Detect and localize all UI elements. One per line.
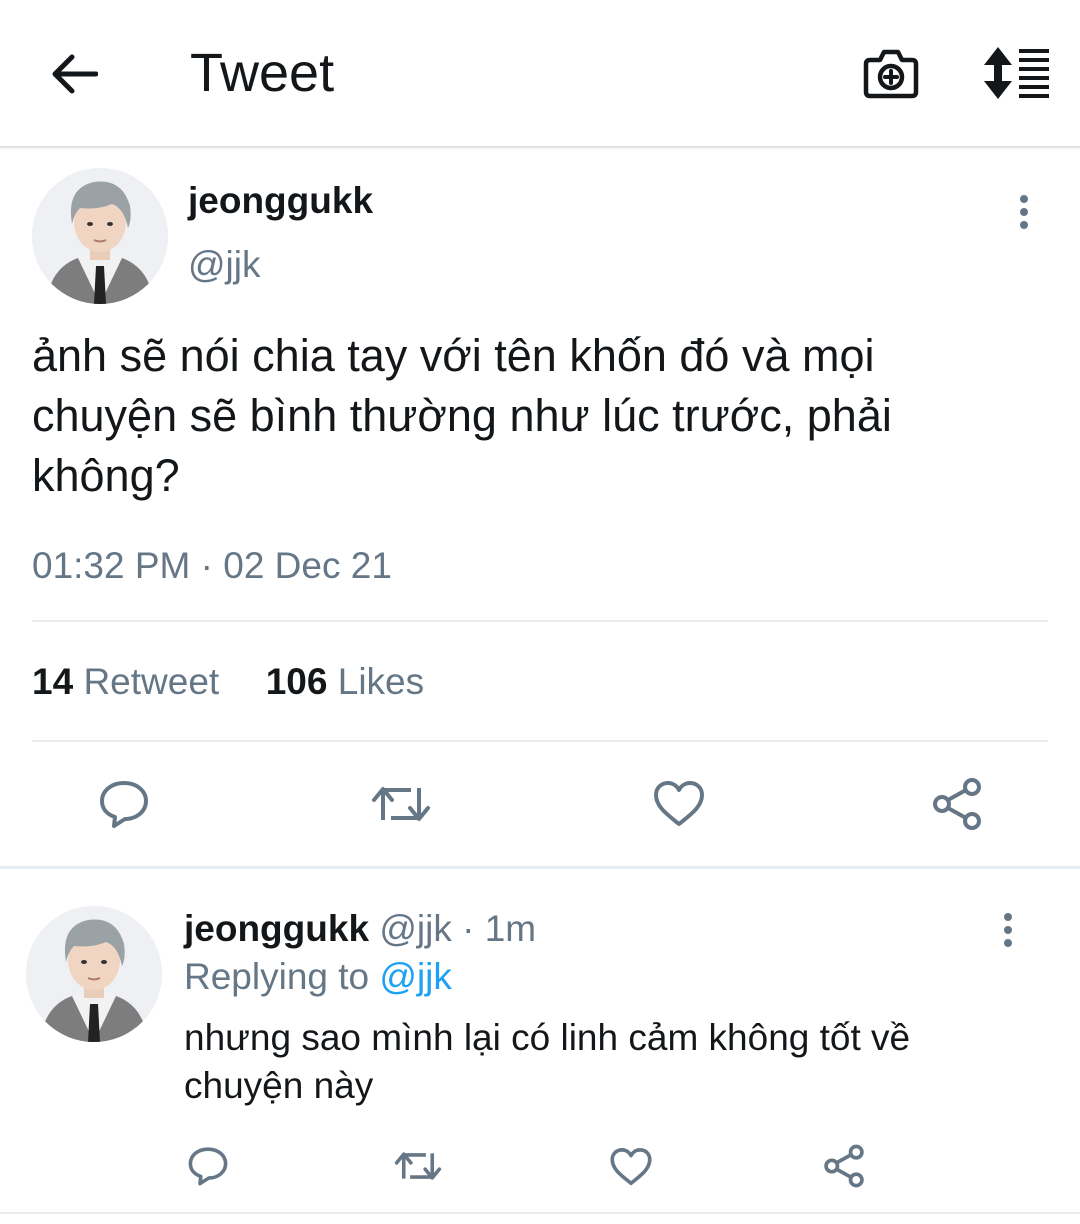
comment-icon: [100, 781, 148, 828]
back-button[interactable]: [40, 44, 108, 104]
avatar-image: [26, 906, 162, 1042]
divider: [32, 620, 1048, 622]
divider: [32, 740, 1048, 742]
camera-plus-icon: [863, 49, 919, 99]
replying-prefix: Replying to: [184, 956, 370, 997]
header-divider: [0, 146, 1080, 150]
likes-stat[interactable]: 106 Likes: [266, 661, 424, 702]
reply-more-options-button[interactable]: [990, 908, 1026, 952]
reply-like-button[interactable]: [606, 1144, 656, 1190]
retweet-icon: [394, 1152, 442, 1180]
arrow-left-icon: [52, 54, 98, 94]
retweet-stat[interactable]: 14 Retweet: [32, 661, 219, 702]
share-icon: [824, 1144, 864, 1188]
replying-to: Replying to @jjk: [184, 952, 452, 1002]
tweet-stats: 14 Retweet 106 Likes: [32, 658, 424, 706]
retweet-label: Retweet: [83, 661, 220, 702]
section-divider: [0, 866, 1080, 869]
more-vertical-icon: [1004, 913, 1012, 947]
display-name[interactable]: jeonggukk: [188, 178, 373, 224]
reply-retweet-button[interactable]: [392, 1144, 444, 1188]
reply-header: jeonggukk @jjk · 1m: [184, 904, 536, 954]
heart-icon: [610, 1148, 652, 1186]
avatar-image: [32, 168, 168, 304]
reply-avatar[interactable]: [26, 906, 162, 1042]
reply-reply-button[interactable]: [184, 1142, 232, 1190]
tweet-text: ảnh sẽ nói chia tay với tên khốn đó và m…: [32, 330, 905, 501]
retweet-icon: [372, 787, 430, 821]
likes-count: 106: [265, 661, 328, 702]
more-vertical-icon: [1020, 195, 1028, 229]
section-divider: [0, 1212, 1080, 1214]
reply-handle[interactable]: @jjk: [379, 908, 452, 949]
likes-label: Likes: [337, 661, 425, 702]
reply-text: nhưng sao mình lại có linh cảm không tốt…: [184, 1017, 911, 1106]
user-handle[interactable]: @jjk: [188, 242, 261, 288]
tweet-timestamp: 01:32 PM · 02 Dec 21: [32, 545, 392, 586]
sort-lines-icon: [984, 47, 1049, 99]
retweet-button[interactable]: [370, 778, 432, 830]
reply-button[interactable]: [94, 776, 154, 832]
reply-share-button[interactable]: [820, 1142, 868, 1190]
sort-button[interactable]: [980, 44, 1052, 102]
heart-icon: [654, 781, 704, 826]
page-title: Tweet: [190, 43, 335, 103]
like-button[interactable]: [650, 778, 708, 830]
camera-button[interactable]: [858, 42, 924, 104]
more-options-button[interactable]: [1006, 190, 1042, 234]
comment-icon: [188, 1147, 228, 1186]
retweet-count: 14: [32, 661, 74, 702]
top-app-bar: Tweet: [0, 0, 1080, 146]
reply-display-name[interactable]: jeonggukk: [184, 908, 369, 949]
avatar[interactable]: [32, 168, 168, 304]
reply-time: · 1m: [462, 908, 537, 949]
share-icon: [933, 778, 981, 830]
replying-mention-link[interactable]: @jjk: [379, 956, 452, 997]
share-button[interactable]: [928, 776, 986, 832]
